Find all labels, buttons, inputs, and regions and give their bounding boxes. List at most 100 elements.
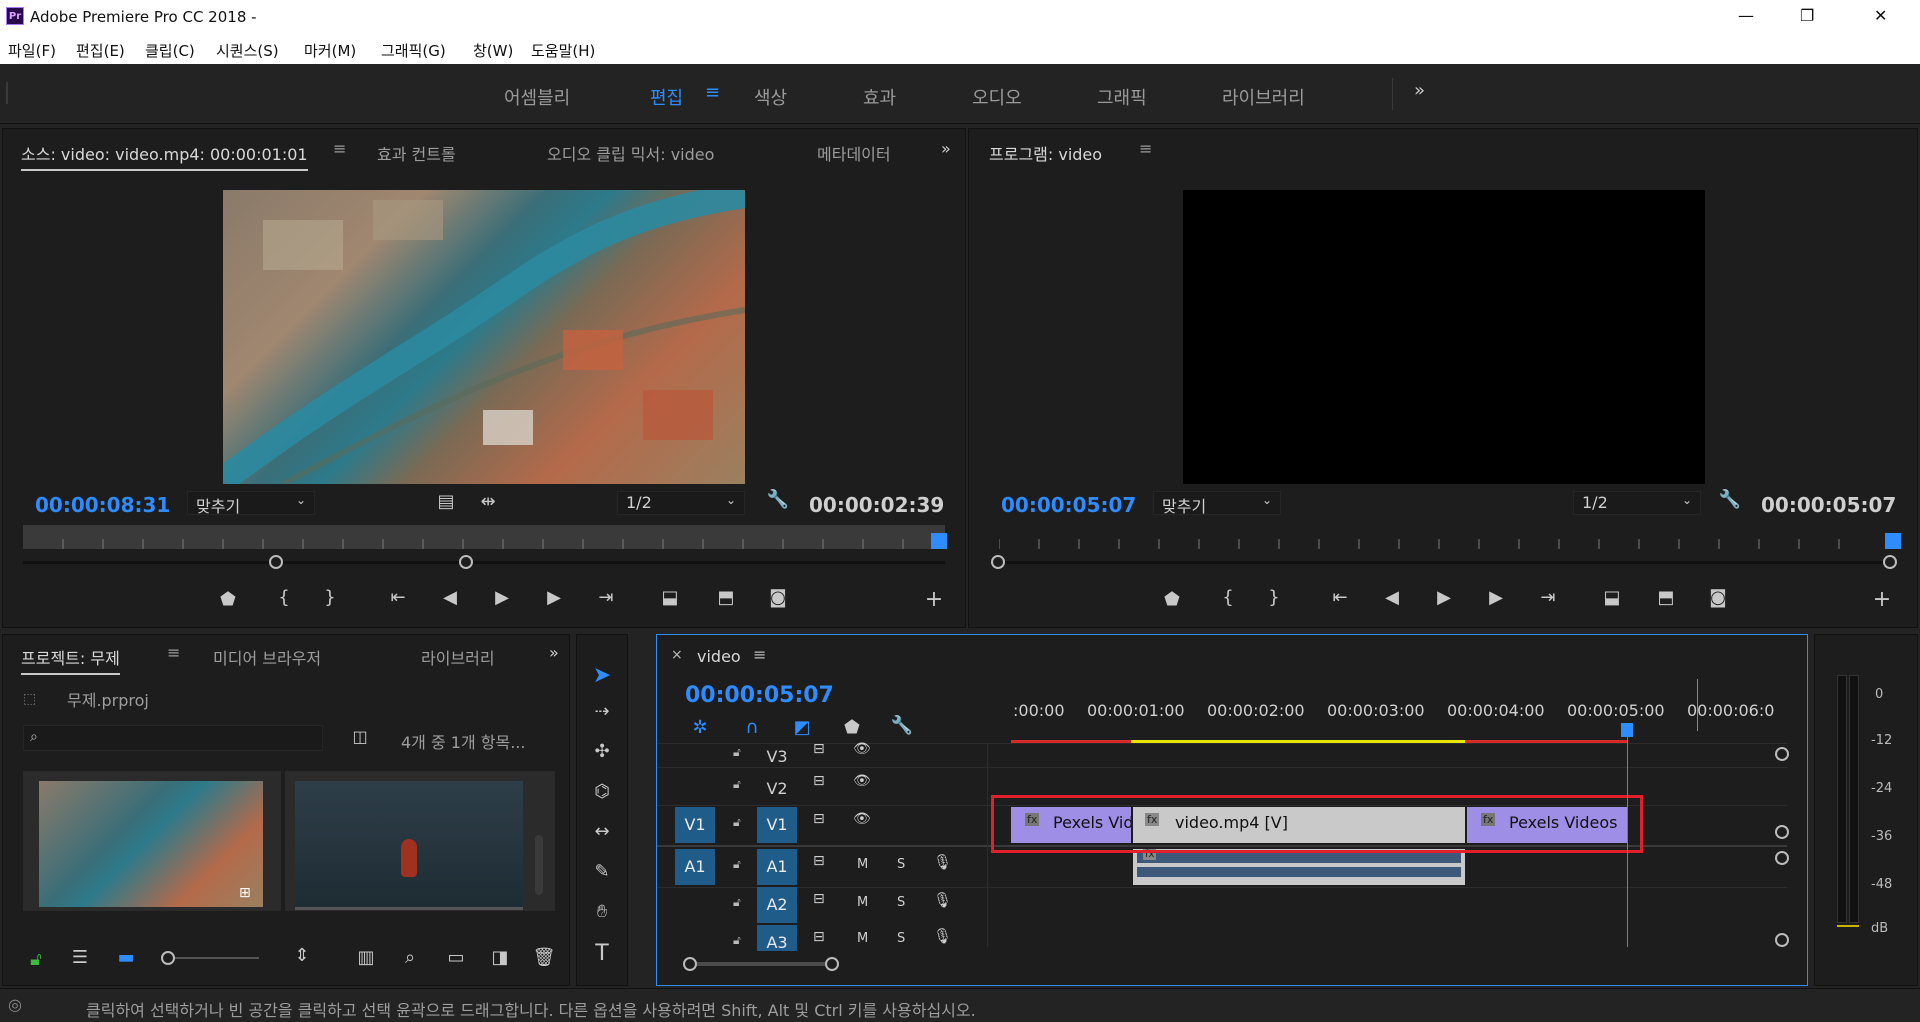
menu-edit[interactable]: 편집(E) xyxy=(76,40,125,61)
program-panel-menu-icon[interactable]: ≡ xyxy=(1139,139,1152,158)
add-button-icon[interactable]: + xyxy=(1869,587,1895,612)
go-to-in-icon[interactable]: ⇤ xyxy=(1327,587,1353,608)
play-icon[interactable]: ▶ xyxy=(489,587,515,608)
track-label-a3[interactable]: A3 xyxy=(757,925,797,951)
find-icon[interactable]: ⌕ xyxy=(397,947,423,968)
tab-effect-controls[interactable]: 효과 컨트롤 xyxy=(377,141,456,165)
program-fit-dropdown[interactable]: 맞추기 ⌄ xyxy=(1153,491,1281,516)
tab-metadata[interactable]: 메타데이터 xyxy=(817,141,907,165)
track-label-v1[interactable]: V1 xyxy=(757,807,797,843)
tab-media-browser[interactable]: 미디어 브라우저 xyxy=(213,645,321,669)
step-forward-icon[interactable]: ▶ xyxy=(541,587,567,608)
workspace-overflow-icon[interactable]: » xyxy=(1414,80,1425,101)
mute-button[interactable]: M xyxy=(857,857,868,872)
go-to-in-icon[interactable]: ⇤ xyxy=(385,587,411,608)
microphone-icon[interactable]: 🎙︎ xyxy=(933,927,952,945)
program-zoom-handle-right[interactable] xyxy=(1883,555,1897,569)
sort-icon[interactable]: ⇕ xyxy=(289,945,315,966)
project-overflow-icon[interactable]: » xyxy=(549,643,559,662)
menu-window[interactable]: 창(W) xyxy=(473,40,513,61)
program-zoom-bar[interactable] xyxy=(993,561,1895,564)
zoom-slider-handle[interactable] xyxy=(161,951,175,965)
go-to-out-icon[interactable]: ⇥ xyxy=(1535,587,1561,608)
lock-icon[interactable]: 🔓︎ xyxy=(733,933,741,948)
sequence-tab[interactable]: video xyxy=(697,647,741,666)
slip-tool-icon[interactable]: ↔ xyxy=(589,821,615,842)
step-back-icon[interactable]: ◀ xyxy=(437,587,463,608)
export-frame-icon[interactable]: ◙ xyxy=(1705,587,1731,608)
source-patch-a1[interactable]: A1 xyxy=(675,849,715,885)
tab-audio-clip-mixer[interactable]: 오디오 클립 믹서: video xyxy=(547,141,714,165)
mark-out-icon[interactable]: } xyxy=(1261,587,1287,608)
automate-to-sequence-icon[interactable]: ▥ xyxy=(353,947,379,968)
horizontal-scrollbar-thumb[interactable] xyxy=(697,962,825,966)
sync-lock-icon[interactable]: ⊟ xyxy=(813,741,825,757)
source-current-timecode[interactable]: 00:00:08:31 xyxy=(35,493,170,517)
restore-button[interactable]: ❐ xyxy=(1800,6,1814,25)
vertical-scroll-handle[interactable] xyxy=(1775,933,1789,947)
mark-in-icon[interactable]: { xyxy=(1215,587,1241,608)
tab-source[interactable]: 소스: video: video.mp4: 00:00:01:01 xyxy=(21,141,308,171)
program-time-ruler[interactable] xyxy=(998,535,1865,549)
eye-icon[interactable]: 👁︎ xyxy=(853,741,871,757)
clip-video-mp4-audio[interactable]: fx xyxy=(1133,849,1465,885)
close-sequence-icon[interactable]: × xyxy=(671,647,683,663)
source-overflow-icon[interactable]: » xyxy=(941,139,951,158)
mark-in-icon[interactable]: { xyxy=(271,587,297,608)
microphone-icon[interactable]: 🎙︎ xyxy=(933,853,952,871)
source-playhead[interactable] xyxy=(931,533,947,549)
nest-icon[interactable]: ✲ xyxy=(687,717,713,738)
project-panel-menu-icon[interactable]: ≡ xyxy=(167,643,180,662)
project-search-input[interactable]: ⌕ xyxy=(23,725,323,751)
list-view-icon[interactable]: ☰ xyxy=(67,947,93,968)
horizontal-scroll-handle-left[interactable] xyxy=(683,957,697,971)
close-button[interactable]: ✕ xyxy=(1874,6,1887,25)
timeline-settings-wrench-icon[interactable]: 🔧 xyxy=(889,715,915,736)
workspace-grip[interactable] xyxy=(6,82,8,104)
lock-icon[interactable]: 🔓︎ xyxy=(733,857,741,872)
add-button-icon[interactable]: + xyxy=(921,587,947,612)
mute-button[interactable]: M xyxy=(857,931,868,946)
source-patch-v1[interactable]: V1 xyxy=(675,807,715,843)
track-label-a2[interactable]: A2 xyxy=(757,887,797,923)
step-forward-icon[interactable]: ▶ xyxy=(1483,587,1509,608)
sync-lock-icon[interactable]: ⊟ xyxy=(813,853,825,869)
workspace-tab-graphics[interactable]: 그래픽 xyxy=(1097,84,1147,110)
microphone-icon[interactable]: 🎙︎ xyxy=(933,891,952,909)
menu-sequence[interactable]: 시퀀스(S) xyxy=(216,40,279,61)
vertical-scroll-handle[interactable] xyxy=(1775,825,1789,839)
menu-graphics[interactable]: 그래픽(G) xyxy=(381,40,446,61)
type-tool-icon[interactable]: T xyxy=(589,941,615,966)
sync-lock-icon[interactable]: ⊟ xyxy=(813,811,825,827)
folder-up-icon[interactable]: ⬚ xyxy=(23,691,47,709)
source-time-ruler[interactable] xyxy=(23,525,945,549)
add-marker-icon[interactable]: ⬟ xyxy=(215,589,241,610)
wrench-icon[interactable]: 🔧 xyxy=(1717,489,1743,510)
track-select-tool-icon[interactable]: ⇢ xyxy=(589,701,615,722)
menu-clip[interactable]: 클립(C) xyxy=(145,40,195,61)
hand-tool-icon[interactable]: ✋︎ xyxy=(589,901,615,922)
source-zoom-handle-left[interactable] xyxy=(269,555,283,569)
source-resolution-dropdown[interactable]: 1/2 ⌄ xyxy=(617,491,745,515)
source-zoom-bar[interactable] xyxy=(23,561,945,564)
source-panel-menu-icon[interactable]: ≡ xyxy=(333,139,346,158)
track-label-v3[interactable]: V3 xyxy=(757,739,797,775)
eye-icon[interactable]: 👁︎ xyxy=(853,811,871,827)
add-marker-icon[interactable]: ⬟ xyxy=(1159,589,1185,610)
creative-cloud-icon[interactable]: ◎ xyxy=(8,995,22,1014)
new-search-bin-icon[interactable]: ◫ xyxy=(347,727,373,746)
lock-icon[interactable]: 🔓︎ xyxy=(23,949,49,970)
source-zoom-handle-right[interactable] xyxy=(459,555,473,569)
horizontal-scroll-handle-right[interactable] xyxy=(825,957,839,971)
new-item-icon[interactable]: ◨ xyxy=(487,947,513,968)
mute-button[interactable]: M xyxy=(857,895,868,910)
film-strip-icon[interactable]: ▤ xyxy=(433,491,459,512)
program-playhead[interactable] xyxy=(1885,533,1901,549)
sync-lock-icon[interactable]: ⊟ xyxy=(813,773,825,789)
extract-icon[interactable]: ⬒ xyxy=(1653,587,1679,608)
program-resolution-dropdown[interactable]: 1/2 ⌄ xyxy=(1573,491,1701,515)
tab-program[interactable]: 프로그램: video xyxy=(989,141,1102,165)
trash-icon[interactable]: 🗑︎ xyxy=(531,947,557,968)
project-item-video[interactable]: ⊞ xyxy=(23,771,281,911)
razor-tool-icon[interactable]: ⌬ xyxy=(589,781,615,802)
